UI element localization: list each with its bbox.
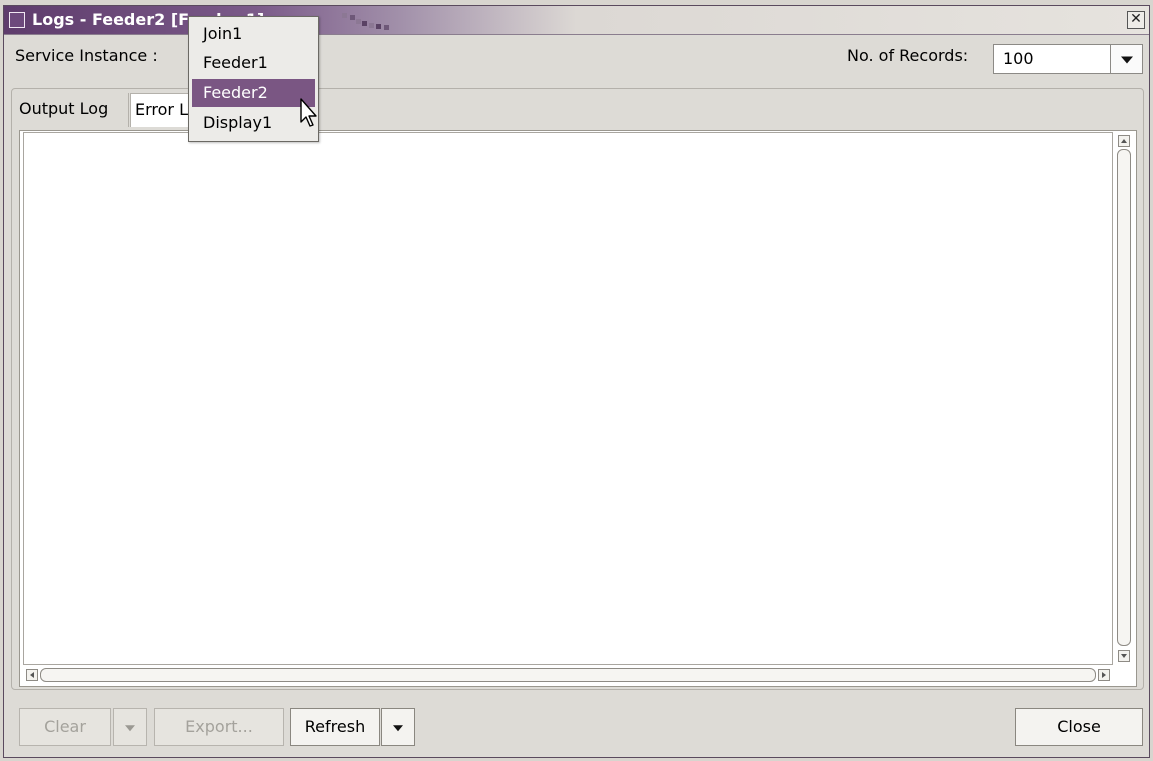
arrow-down-icon	[1121, 654, 1127, 658]
close-icon[interactable]: ✕	[1127, 11, 1145, 29]
chevron-down-icon	[393, 725, 403, 732]
refresh-options-button[interactable]	[381, 708, 415, 746]
horizontal-scrollbar[interactable]	[23, 666, 1113, 684]
scroll-right-button[interactable]	[1098, 669, 1110, 681]
service-instance-label: Service Instance :	[15, 46, 158, 65]
title-bar[interactable]: Logs - Feeder2 [Feeder 1] ✕	[4, 6, 1149, 35]
records-dropdown-button[interactable]	[1110, 45, 1142, 73]
clear-button[interactable]: Clear	[19, 708, 111, 746]
scroll-left-button[interactable]	[26, 669, 38, 681]
records-label: No. of Records:	[847, 46, 969, 65]
dropdown-option-display1[interactable]: Display1	[192, 109, 315, 137]
mouse-pointer-icon	[300, 98, 317, 127]
arrow-up-icon	[1121, 139, 1127, 143]
horizontal-scroll-track[interactable]	[40, 668, 1096, 682]
log-area	[19, 130, 1137, 687]
dropdown-option-join1[interactable]: Join1	[192, 20, 315, 48]
titlebar-decoration-icon	[342, 13, 389, 30]
tab-output-log[interactable]: Output Log	[15, 93, 129, 127]
clear-options-button[interactable]	[113, 708, 147, 746]
vertical-scroll-track[interactable]	[1117, 149, 1131, 646]
scroll-up-button[interactable]	[1118, 135, 1130, 147]
window-menu-icon[interactable]	[9, 12, 25, 28]
export-button[interactable]: Export...	[154, 708, 284, 746]
arrow-right-icon	[1102, 672, 1106, 678]
dropdown-option-feeder2[interactable]: Feeder2	[192, 79, 315, 107]
vertical-scrollbar[interactable]	[1115, 132, 1133, 665]
records-value: 100	[1003, 49, 1034, 68]
scroll-down-button[interactable]	[1118, 650, 1130, 662]
dropdown-option-feeder1[interactable]: Feeder1	[192, 49, 315, 77]
arrow-left-icon	[30, 672, 34, 678]
refresh-button[interactable]: Refresh	[290, 708, 380, 746]
chevron-down-icon	[1120, 56, 1133, 64]
log-text-view[interactable]	[23, 132, 1113, 665]
close-button[interactable]: Close	[1015, 708, 1143, 746]
chevron-down-icon	[125, 725, 135, 732]
records-combo[interactable]: 100	[993, 44, 1143, 74]
